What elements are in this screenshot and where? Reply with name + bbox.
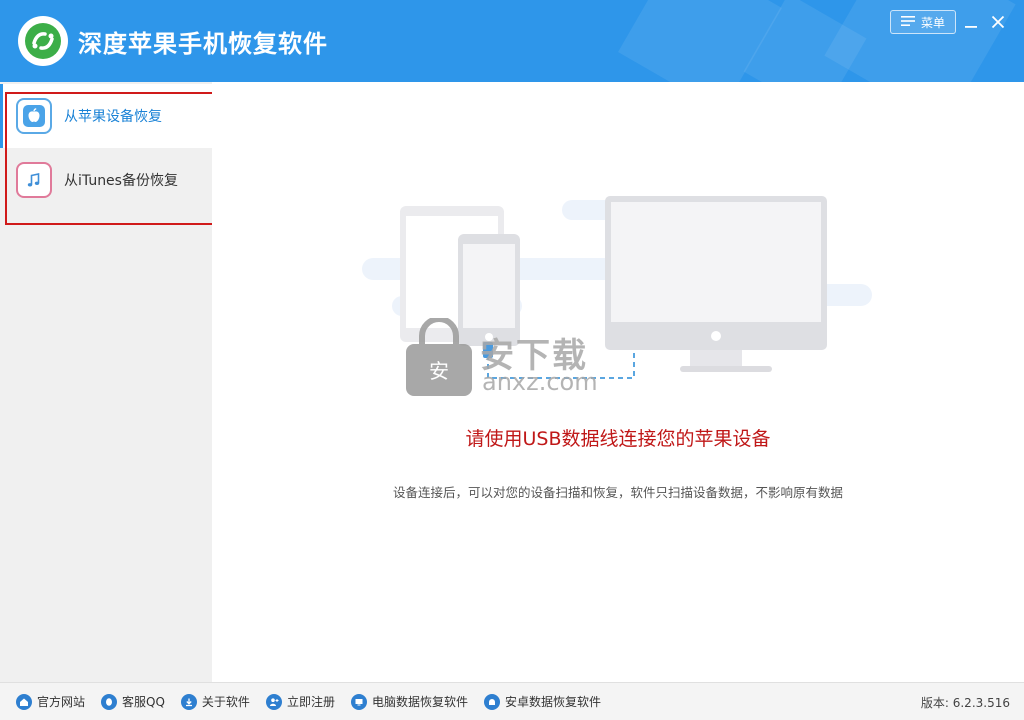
footer-link-label: 立即注册 (286, 695, 335, 709)
footer-link-support-qq[interactable]: 客服QQ (101, 693, 165, 710)
home-icon (16, 693, 32, 710)
connect-prompt: 请使用USB数据线连接您的苹果设备 (465, 428, 771, 450)
sidebar-item-label: 从iTunes备份恢复 (64, 173, 178, 189)
info-icon (180, 693, 197, 710)
register-icon (265, 693, 282, 710)
watermark-subtext: anxz.com (482, 368, 598, 396)
minimize-icon (965, 26, 977, 28)
footer-link-label: 电脑数据恢复软件 (371, 695, 468, 709)
close-button[interactable] (988, 10, 1008, 34)
footer-link-about[interactable]: 关于软件 (180, 693, 250, 710)
menu-label: 菜单 (920, 15, 945, 30)
itunes-music-icon (16, 162, 52, 198)
footer-link-label: 客服QQ (122, 695, 165, 709)
sidebar: 从苹果设备恢复 从iTunes备份恢复 (0, 82, 212, 682)
footer-link-official-site[interactable]: 官方网站 (16, 693, 85, 710)
svg-text:安: 安 (429, 359, 449, 383)
menu-icon (900, 15, 915, 30)
sidebar-item-apple-device[interactable]: 从苹果设备恢复 (0, 84, 212, 148)
minimize-button[interactable] (961, 10, 981, 34)
sidebar-item-itunes-backup[interactable]: 从iTunes备份恢复 (0, 148, 212, 212)
connect-description: 设备连接后，可以对您的设备扫描和恢复，软件只扫描设备数据，不影响原有数据 (392, 485, 843, 500)
footer-link-label: 关于软件 (201, 695, 250, 709)
app-title: 深度苹果手机恢复软件 (78, 30, 328, 58)
app-logo-icon (18, 16, 68, 66)
footer-link-label: 安卓数据恢复软件 (504, 695, 601, 709)
qq-icon (101, 693, 118, 710)
footer-link-label: 官方网站 (37, 695, 86, 709)
shield-lock-icon: 安 (406, 318, 472, 396)
android-icon (483, 693, 500, 710)
close-icon (991, 15, 1005, 29)
menu-button[interactable]: 菜单 (890, 10, 956, 34)
footer-link-register[interactable]: 立即注册 (265, 693, 335, 710)
sidebar-item-label: 从苹果设备恢复 (64, 109, 162, 125)
computer-icon (350, 693, 367, 710)
apple-icon (16, 98, 52, 134)
version-label: 版本: 6.2.3.516 (920, 696, 1010, 710)
footer-link-android-recovery[interactable]: 安卓数据恢复软件 (483, 693, 601, 710)
watermark: 安 安下载 anxz.com (404, 318, 644, 402)
title-bar: 深度苹果手机恢复软件 菜单 (0, 0, 1024, 82)
footer-bar: 官方网站 客服QQ 关于软件 立即注册 电脑数据恢复软件 安卓数据恢复软件 版本… (0, 682, 1024, 720)
footer-link-pc-recovery[interactable]: 电脑数据恢复软件 (350, 693, 468, 710)
